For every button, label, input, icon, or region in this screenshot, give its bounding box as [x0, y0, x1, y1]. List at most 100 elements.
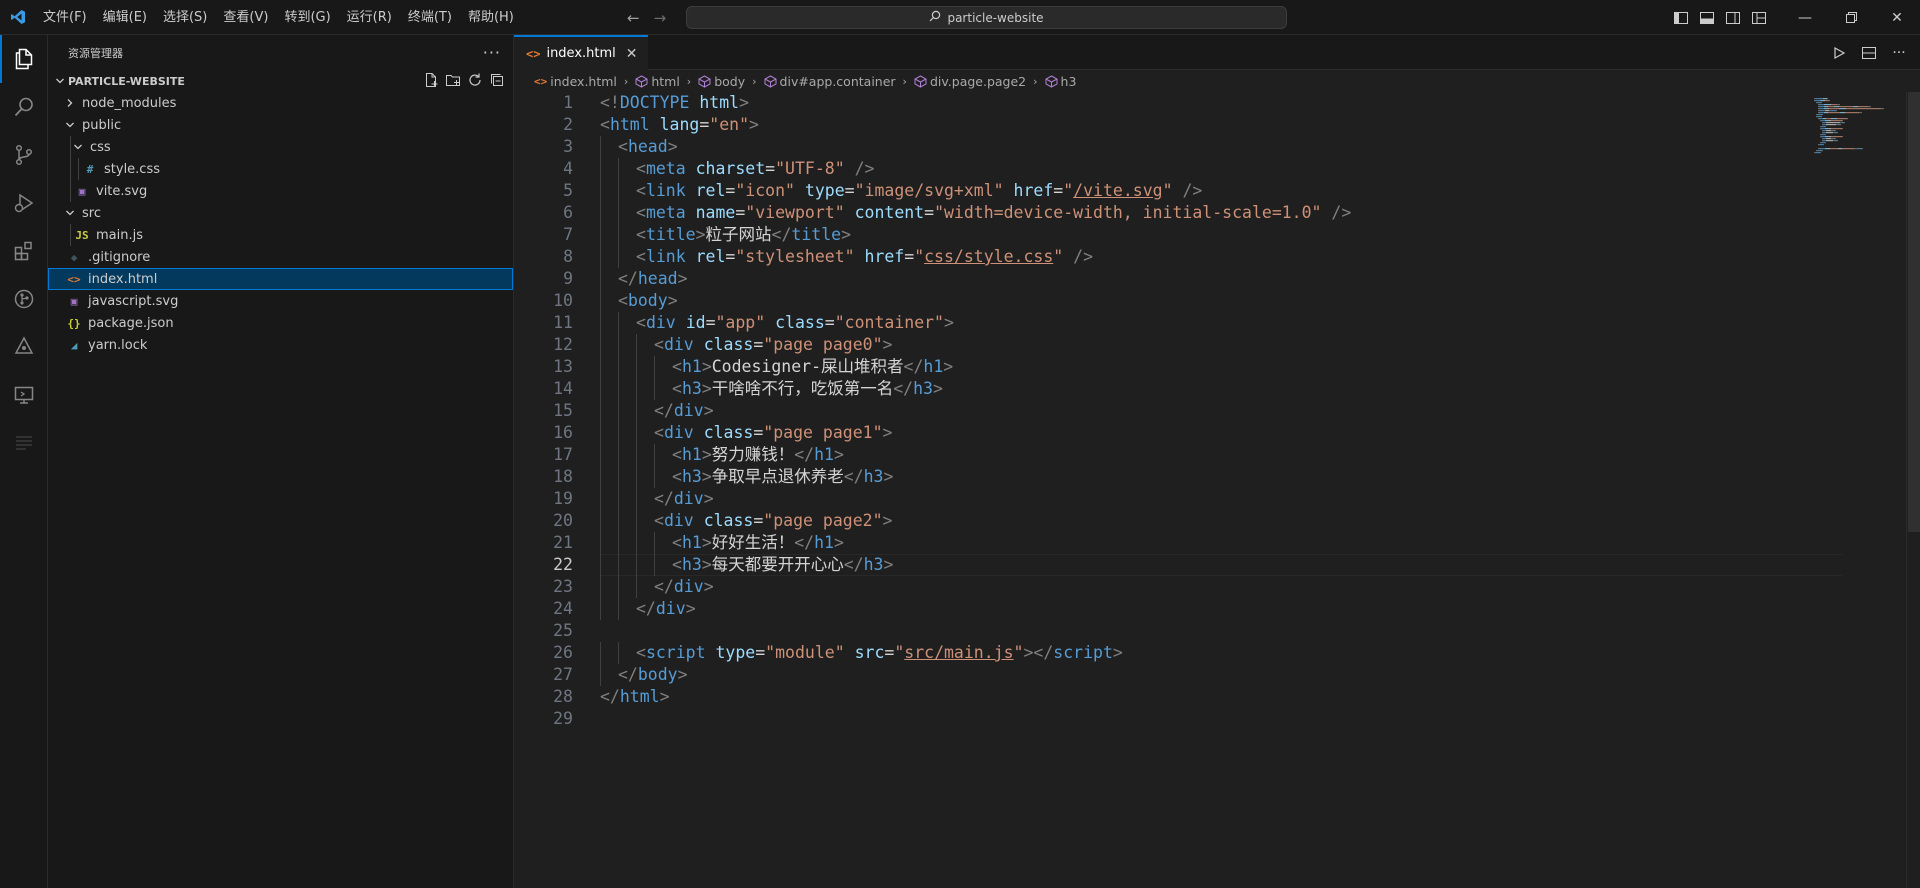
token-tag: script	[1053, 643, 1113, 662]
code-line: 2 <html lang="en">	[514, 114, 1904, 136]
minimize-icon[interactable]: —	[1782, 0, 1828, 35]
menu-item-5[interactable]: 运行(R)	[339, 0, 400, 35]
minimap-stroke	[1830, 128, 1831, 130]
code-editor[interactable]: 1 <!DOCTYPE html> 2 <html lang="en"> 3 <head>…	[514, 92, 1920, 888]
more-actions-icon[interactable]: ···	[483, 43, 501, 62]
line-number: 26	[553, 643, 573, 662]
tree-file-style-css[interactable]: # style.css	[48, 158, 513, 180]
minimap-stroke	[1859, 106, 1867, 108]
remote-explorer-icon[interactable]	[0, 371, 48, 419]
minimap-stroke	[1817, 116, 1821, 118]
breadcrumb-item[interactable]: html	[635, 74, 680, 89]
token-tag: h1	[681, 357, 702, 376]
tree-item-label: yarn.lock	[88, 337, 148, 353]
restore-icon[interactable]	[1828, 0, 1874, 35]
refresh-icon[interactable]	[467, 72, 483, 91]
search-view-icon[interactable]	[0, 83, 48, 131]
menu-item-4[interactable]: 转到(G)	[276, 0, 338, 35]
minimap-stroke	[1818, 104, 1819, 106]
tab-index-html[interactable]: <> index.html ✕	[514, 35, 648, 70]
tree-folder-node_modules[interactable]: node_modules	[48, 92, 513, 114]
indent-guide	[654, 356, 655, 378]
minimap[interactable]	[1810, 92, 1906, 888]
menu-item-6[interactable]: 终端(T)	[400, 0, 460, 35]
toggle-primary-sidebar-icon[interactable]	[1670, 0, 1692, 35]
toggle-panel-icon[interactable]	[1696, 0, 1718, 35]
run-icon[interactable]	[1826, 40, 1852, 66]
tree-file-javascript-svg[interactable]: ▣ javascript.svg	[48, 290, 513, 312]
menu-item-1[interactable]: 编辑(E)	[95, 0, 155, 35]
token-str: "module"	[765, 643, 855, 662]
git-graph-icon[interactable]	[0, 275, 48, 323]
breadcrumb-item[interactable]: body	[698, 74, 745, 89]
tree-folder-css[interactable]: css	[48, 136, 513, 158]
command-center-search[interactable]: particle-website	[686, 6, 1287, 29]
back-arrow-icon[interactable]: ←	[627, 9, 640, 27]
more-editor-actions-icon[interactable]: ···	[1886, 40, 1912, 66]
explorer-icon[interactable]	[0, 35, 48, 83]
indent-guide	[654, 554, 655, 576]
new-file-icon[interactable]	[423, 72, 439, 91]
close-tab-icon[interactable]: ✕	[626, 46, 638, 62]
collapse-all-icon[interactable]	[489, 72, 505, 91]
token-br: </	[794, 445, 815, 464]
line-number: 14	[553, 379, 573, 398]
workspace-folder-header[interactable]: PARTICLE-WEBSITE	[48, 70, 513, 92]
run-and-debug-icon[interactable]	[0, 179, 48, 227]
code-text: <div class="page page2">	[654, 510, 892, 532]
line-number: 27	[553, 665, 573, 684]
token-br: >	[701, 555, 712, 574]
outline-list-icon[interactable]	[0, 419, 48, 467]
token-attr: charset	[695, 159, 766, 178]
minimap-stroke	[1857, 148, 1862, 150]
timeline-icon[interactable]	[0, 323, 48, 371]
minimap-stroke	[1845, 108, 1846, 110]
menu-item-3[interactable]: 查看(V)	[215, 0, 276, 35]
tree-file-package-json[interactable]: {} package.json	[48, 312, 513, 334]
split-editor-icon[interactable]	[1856, 40, 1882, 66]
breadcrumb-item[interactable]: div.page.page2	[914, 74, 1026, 89]
code-line: 16 <div class="page page1">	[514, 422, 1904, 444]
minimap-stroke	[1822, 138, 1823, 140]
vertical-scrollbar[interactable]	[1906, 92, 1920, 888]
tree-file-yarn-lock[interactable]: ◢ yarn.lock	[48, 334, 513, 356]
tree-folder-src[interactable]: src	[48, 202, 513, 224]
token-br: >	[701, 379, 712, 398]
minimap-stroke	[1842, 122, 1844, 124]
minimap-stroke	[1822, 124, 1823, 126]
token-br: >	[701, 533, 712, 552]
new-folder-icon[interactable]	[445, 72, 461, 91]
indent-guide	[70, 136, 71, 158]
close-icon[interactable]: ✕	[1874, 0, 1920, 35]
menu-item-2[interactable]: 选择(S)	[155, 0, 215, 35]
breadcrumb-item[interactable]: div#app.container	[764, 74, 896, 89]
minimap-stroke	[1818, 150, 1822, 152]
token-str: "page page2"	[763, 511, 883, 530]
tree-file--gitignore[interactable]: ◆ .gitignore	[48, 246, 513, 268]
indent-guide	[600, 444, 601, 466]
tree-file-vite-svg[interactable]: ▣ vite.svg	[48, 180, 513, 202]
source-control-icon[interactable]	[0, 131, 48, 179]
minimap-stroke	[1831, 136, 1842, 138]
token-br: <	[654, 423, 664, 442]
minimap-stroke	[1821, 136, 1825, 138]
customize-layout-icon[interactable]	[1748, 0, 1770, 35]
breadcrumb-item[interactable]: h3	[1045, 74, 1076, 89]
scrollbar-thumb[interactable]	[1908, 92, 1920, 532]
menu-item-0[interactable]: 文件(F)	[35, 0, 95, 35]
tree-file-main-js[interactable]: JS main.js	[48, 224, 513, 246]
tree-file-index-html[interactable]: <> index.html	[48, 268, 513, 290]
minimap-stroke	[1837, 132, 1838, 134]
tree-folder-public[interactable]: public	[48, 114, 513, 136]
breadcrumb-item[interactable]: <> index.html	[534, 74, 617, 89]
toggle-secondary-sidebar-icon[interactable]	[1722, 0, 1744, 35]
tree-item-label: node_modules	[82, 95, 177, 111]
token-txt: =	[924, 203, 935, 222]
symbol-element-icon	[698, 74, 711, 88]
token-txt: 好好生活！	[711, 533, 795, 552]
menu-item-7[interactable]: 帮助(H)	[460, 0, 522, 35]
extensions-icon[interactable]	[0, 227, 48, 275]
token-attr: type	[715, 643, 756, 662]
minimap-stroke	[1867, 106, 1868, 108]
forward-arrow-icon[interactable]: →	[654, 9, 667, 27]
